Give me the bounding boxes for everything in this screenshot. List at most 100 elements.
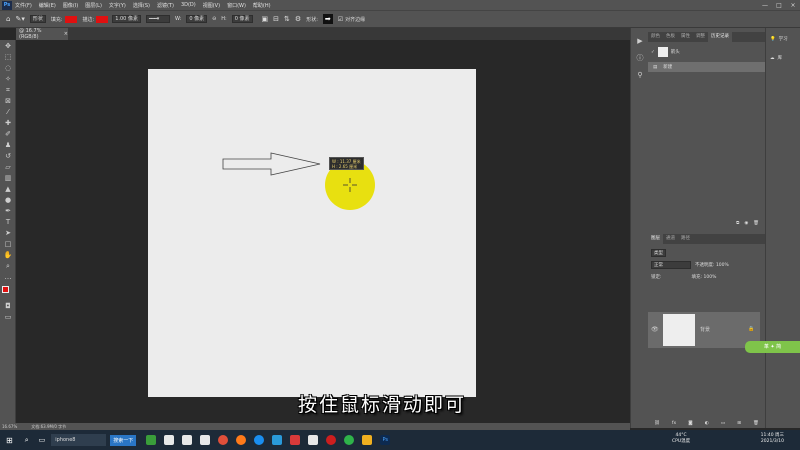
menu-type[interactable]: 文字(Y): [109, 2, 126, 9]
delete-layer-icon[interactable]: 🗑: [753, 421, 759, 426]
magic-wand-tool-icon[interactable]: ✧: [3, 75, 13, 84]
windows-start-icon[interactable]: ⊞: [6, 436, 13, 445]
stroke-color-swatch[interactable]: [96, 15, 109, 23]
path-selection-tool-icon[interactable]: ➤: [3, 229, 13, 238]
brush-tool-icon[interactable]: ✐: [3, 130, 13, 139]
taskbar-app-8-icon[interactable]: [272, 435, 283, 445]
close-button[interactable]: ×: [786, 0, 800, 10]
add-mask-icon[interactable]: ◙: [688, 421, 692, 426]
blend-mode-select[interactable]: 正常: [651, 261, 691, 269]
stroke-type-select[interactable]: ━ ━ ━ ▾: [145, 15, 170, 23]
crop-tool-icon[interactable]: ⌗: [3, 86, 13, 95]
taskbar-app-1-icon[interactable]: [146, 435, 157, 445]
frame-tool-icon[interactable]: ⊠: [3, 97, 13, 106]
menu-select[interactable]: 选择(S): [133, 2, 150, 9]
taskbar-app-9-icon[interactable]: [290, 435, 301, 445]
fx-icon[interactable]: fx: [672, 421, 676, 426]
tab-properties[interactable]: 属性: [678, 32, 693, 42]
tab-color[interactable]: 颜色: [648, 32, 663, 42]
taskbar-app-10-icon[interactable]: [308, 435, 319, 445]
taskbar-search-icon[interactable]: ⌕: [25, 436, 29, 445]
taskbar-clock[interactable]: 11:40 周三 2021/3/10: [761, 433, 784, 445]
play-actions-icon[interactable]: ▶: [635, 36, 645, 46]
gradient-tool-icon[interactable]: ▥: [3, 174, 13, 183]
fill-color-swatch[interactable]: [64, 15, 77, 23]
new-layer-icon[interactable]: ⊞: [737, 421, 741, 426]
taskbar-chrome-icon[interactable]: [218, 435, 229, 445]
path-alignment-icon[interactable]: ⊟: [273, 15, 279, 23]
opacity-field[interactable]: 不透明度: 100%: [695, 262, 729, 268]
maximize-button[interactable]: □: [772, 0, 786, 10]
path-arrangement-icon[interactable]: ⇅: [284, 15, 290, 23]
fill-field[interactable]: 填充: 100%: [692, 274, 717, 280]
history-state-new[interactable]: ▤ 新建: [648, 62, 765, 72]
more-tools-icon[interactable]: …: [3, 273, 13, 282]
history-brush-tool-icon[interactable]: ↺: [3, 152, 13, 161]
taskbar-app-2-icon[interactable]: [164, 435, 175, 445]
blur-tool-icon[interactable]: ▲: [3, 185, 13, 194]
move-tool-icon[interactable]: ✥: [3, 42, 13, 51]
tab-history[interactable]: 历史记录: [708, 32, 732, 42]
hand-tool-icon[interactable]: ✋: [3, 251, 13, 260]
adjustment-layer-icon[interactable]: ◐: [705, 421, 709, 426]
menu-window[interactable]: 窗口(W): [227, 2, 246, 9]
pen-tool-preset-icon[interactable]: ✎▾: [15, 15, 24, 23]
document-canvas[interactable]: [148, 69, 476, 397]
taskbar-search-button[interactable]: 搜索一下: [110, 434, 137, 446]
history-snapshot[interactable]: ✓ 箭头: [648, 47, 765, 57]
taskbar-app-7-icon[interactable]: [254, 435, 265, 445]
layer-row-background[interactable]: 👁 背景 🔒: [648, 312, 760, 348]
eraser-tool-icon[interactable]: ▱: [3, 163, 13, 172]
lasso-tool-icon[interactable]: ◌: [3, 64, 13, 73]
mode-select[interactable]: 形状: [29, 15, 46, 23]
taskbar-photoshop-icon[interactable]: Ps: [380, 435, 391, 445]
taskbar-app-6-icon[interactable]: [236, 435, 247, 445]
screen-mode-icon[interactable]: ▭: [3, 313, 13, 322]
zoom-level[interactable]: 16.67%: [2, 424, 17, 429]
taskbar-search-input[interactable]: iphone8: [51, 434, 107, 446]
quick-mask-icon[interactable]: ◘: [3, 302, 13, 311]
tab-swatches[interactable]: 色板: [663, 32, 678, 42]
stroke-width-field[interactable]: 1.00 像素: [112, 15, 141, 23]
menu-file[interactable]: 文件(F): [15, 2, 32, 9]
new-document-from-state-icon[interactable]: ⧉: [736, 220, 739, 226]
arrow-shape-picker-icon[interactable]: ➡: [322, 14, 333, 24]
minimize-button[interactable]: —: [758, 0, 772, 10]
arrow-shape[interactable]: [222, 152, 322, 178]
dodge-tool-icon[interactable]: ●: [3, 196, 13, 205]
delete-history-icon[interactable]: 🗑: [753, 221, 759, 226]
taskbar-app-11-icon[interactable]: [326, 435, 337, 445]
link-layers-icon[interactable]: ⛓: [654, 421, 660, 426]
library-button[interactable]: ☁ 库: [770, 55, 782, 62]
taskbar-cpu-temp[interactable]: 44°C CPU温度: [672, 433, 690, 445]
marquee-tool-icon[interactable]: ⬚: [3, 53, 13, 62]
zoom-tool-icon[interactable]: ⌕: [3, 262, 13, 271]
path-operations-icon[interactable]: ▣: [262, 15, 269, 23]
info-icon[interactable]: ⓘ: [635, 53, 645, 63]
pen-tool-icon[interactable]: ✒: [3, 207, 13, 216]
link-icon[interactable]: ⊖: [212, 16, 216, 22]
camera-snapshot-icon[interactable]: ◉: [744, 221, 748, 226]
input-method-pill[interactable]: 革 ✦ 简: [745, 341, 800, 353]
height-field[interactable]: 0 像素: [231, 15, 253, 23]
align-edges-checkbox[interactable]: ☑: [338, 16, 343, 23]
task-view-icon[interactable]: ▭: [39, 436, 46, 444]
brush-settings-icon[interactable]: ⚲: [635, 70, 645, 80]
visibility-eye-icon[interactable]: 👁: [651, 326, 659, 333]
tab-channels[interactable]: 通道: [663, 234, 678, 244]
group-icon[interactable]: ▭: [721, 421, 725, 426]
menu-view[interactable]: 视图(V): [203, 2, 220, 9]
menu-3d[interactable]: 3D(D): [181, 2, 196, 8]
type-tool-icon[interactable]: T: [3, 218, 13, 227]
tab-layers[interactable]: 图层: [648, 234, 663, 244]
menu-help[interactable]: 帮助(H): [253, 2, 271, 9]
stamp-tool-icon[interactable]: ♟: [3, 141, 13, 150]
width-field[interactable]: 0 像素: [186, 15, 208, 23]
document-tab[interactable]: @ 16.7%(RGB/8) ×: [16, 28, 68, 40]
menu-filter[interactable]: 滤镜(T): [157, 2, 174, 9]
taskbar-wechat-icon[interactable]: [344, 435, 355, 445]
shape-tool-icon[interactable]: □: [3, 240, 13, 249]
taskbar-app-13-icon[interactable]: [362, 435, 373, 445]
menu-edit[interactable]: 编辑(E): [39, 2, 56, 9]
layer-kind-filter[interactable]: 类型: [651, 249, 666, 257]
